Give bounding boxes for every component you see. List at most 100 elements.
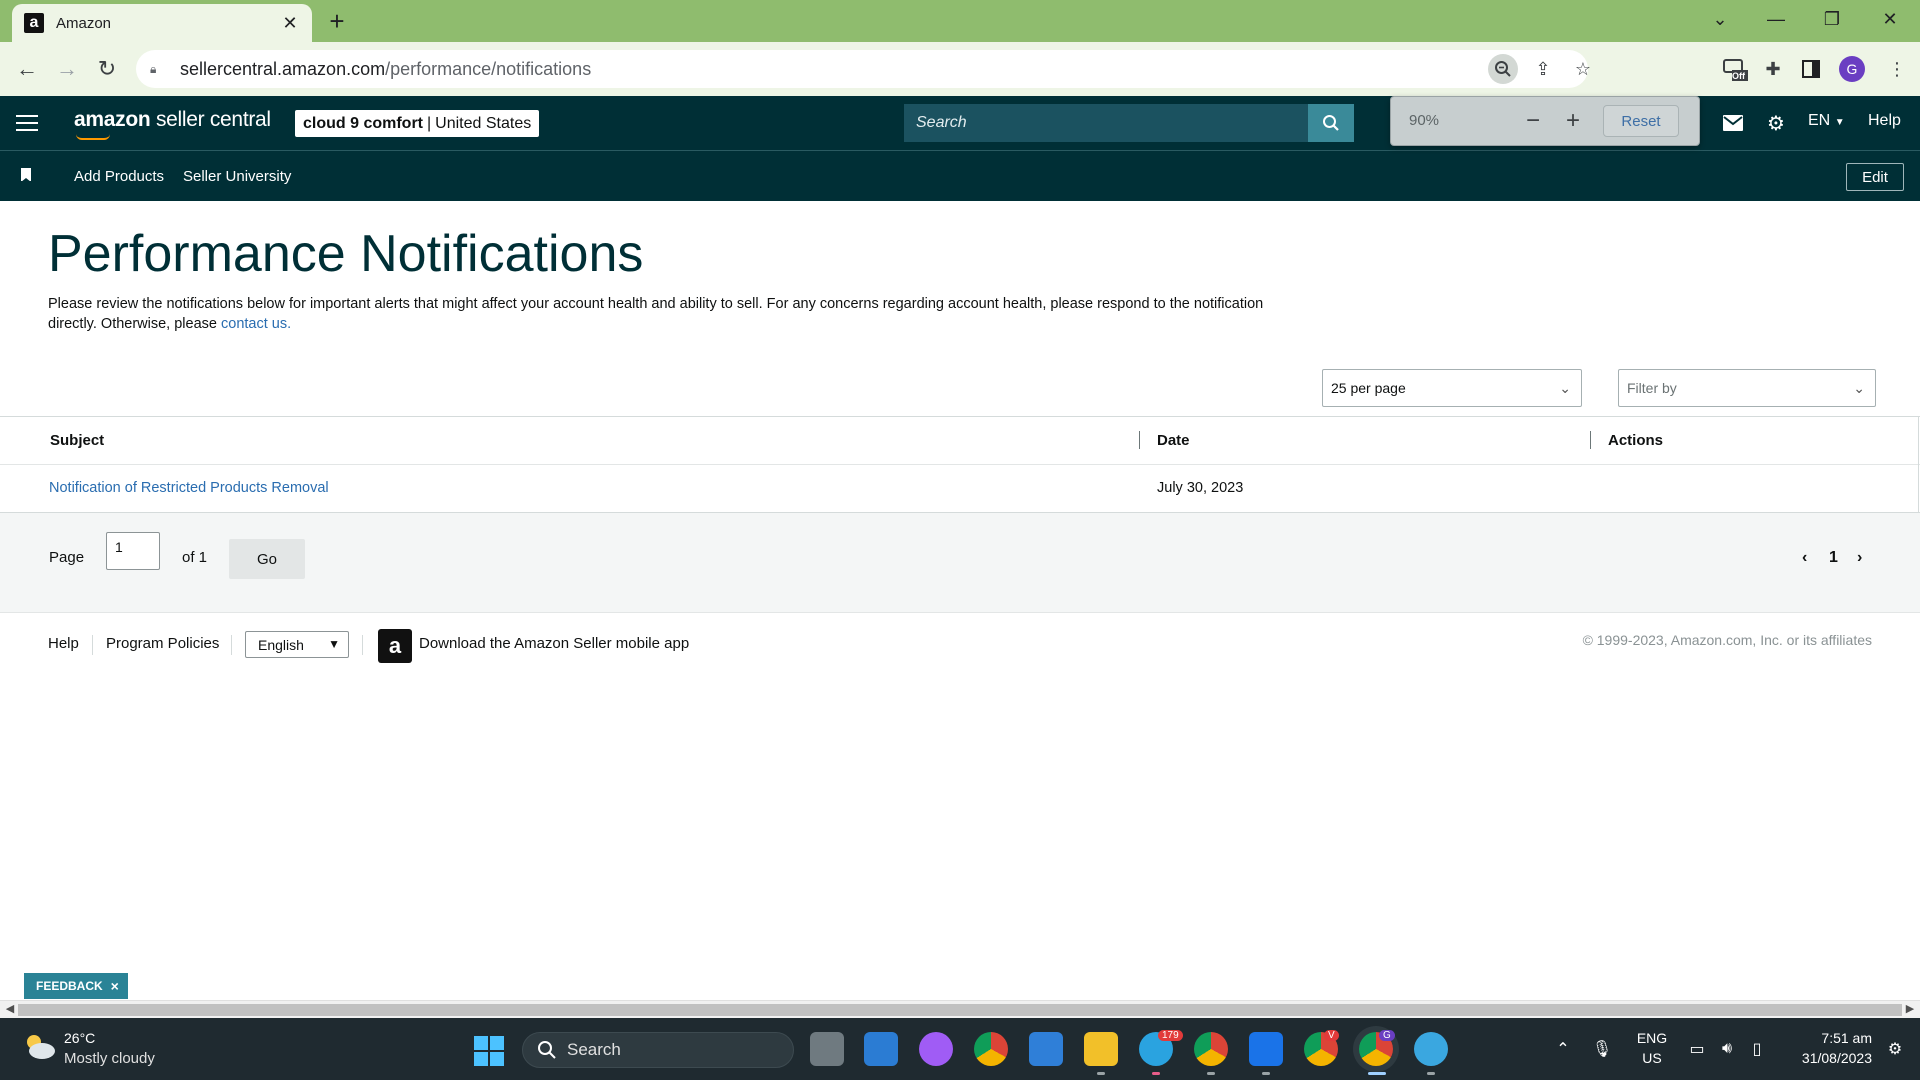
zoom-level: 90% [1409, 112, 1440, 129]
scroll-left-icon[interactable]: ◀ [2, 1002, 18, 1015]
close-window-icon[interactable]: ✕ [1870, 4, 1910, 34]
next-page-icon[interactable]: › [1857, 549, 1862, 567]
filter-select[interactable]: Filter by ⌄ [1618, 369, 1876, 407]
reload-icon[interactable]: ↻ [92, 54, 122, 84]
volume-icon[interactable]: 🔊︎ [1716, 1038, 1738, 1060]
browser-tab-amazon[interactable]: a Amazon ✕ [12, 4, 312, 42]
contact-us-link[interactable]: contact us. [221, 316, 291, 332]
language-selector[interactable]: EN ▼ [1808, 112, 1845, 130]
taskbar-search[interactable]: Search [522, 1032, 794, 1068]
battery-icon[interactable]: ▯ [1746, 1038, 1768, 1060]
chrome-profile-icon[interactable] [1194, 1032, 1228, 1066]
page-number-input[interactable]: 1 [106, 532, 160, 570]
prev-page-icon[interactable]: ‹ [1802, 549, 1807, 567]
search-icon [538, 1041, 556, 1059]
bookmark-star-icon[interactable]: ☆ [1568, 54, 1598, 84]
page-label: Page [49, 549, 85, 566]
download-app-link[interactable]: Download the Amazon Seller mobile app [419, 635, 689, 652]
search-input[interactable]: Search [904, 104, 1308, 142]
table-header: Subject Date Actions [0, 417, 1920, 465]
input-region[interactable]: US [1632, 1050, 1672, 1066]
page-description: Please review the notifications below fo… [48, 296, 1264, 332]
extension-off-badge: Off [1732, 71, 1745, 81]
chevron-down-icon: ⌄ [1559, 380, 1571, 396]
notifications-table: Subject Date Actions Notification of Res… [0, 416, 1920, 513]
bookmarks-bar: Add Products Seller University Edit [0, 150, 1920, 201]
weather-temperature[interactable]: 26°C [64, 1030, 95, 1046]
seller-central-logo[interactable]: amazon seller central [74, 108, 271, 140]
go-button[interactable]: Go [229, 539, 305, 579]
clock-time[interactable]: 7:51 am [1782, 1030, 1872, 1046]
new-tab-icon[interactable]: + [322, 6, 352, 36]
url-text: sellercentral.amazon.com/performance/not… [180, 58, 592, 79]
chrome-menu-icon[interactable]: ⋮ [1882, 54, 1912, 84]
notepad-icon[interactable] [1029, 1032, 1063, 1066]
globe-app-icon[interactable] [1414, 1032, 1448, 1066]
minimize-icon[interactable]: — [1756, 4, 1796, 34]
file-explorer-icon[interactable] [1084, 1032, 1118, 1066]
scroll-right-icon[interactable]: ▶ [1902, 1002, 1918, 1015]
column-subject[interactable]: Subject [50, 432, 104, 449]
clock-date[interactable]: 31/08/2023 [1782, 1050, 1872, 1066]
microphone-icon[interactable]: 🎙︎ [1591, 1038, 1613, 1060]
cloudy-weather-icon[interactable] [22, 1032, 56, 1060]
restore-icon[interactable]: ❐ [1812, 4, 1852, 34]
tab-search-icon[interactable]: ⌄ [1700, 4, 1740, 34]
chrome-app-icon[interactable] [974, 1032, 1008, 1066]
zoom-reset-button[interactable]: Reset [1603, 105, 1679, 137]
horizontal-scrollbar[interactable]: ◀ ▶ [0, 1000, 1920, 1018]
forward-icon[interactable]: → [52, 54, 82, 84]
notifications-icon[interactable]: ⚙ [1884, 1038, 1906, 1060]
side-panel-icon[interactable] [1796, 54, 1826, 84]
footer-program-policies-link[interactable]: Program Policies [106, 635, 219, 652]
chevron-down-icon: ▼ [328, 637, 340, 651]
lock-icon: 🔒︎ [150, 61, 157, 76]
profile-avatar[interactable]: G [1839, 56, 1865, 82]
zoom-out-icon[interactable]: − [1519, 107, 1547, 135]
tab-title: Amazon [56, 14, 112, 32]
footer-help-link[interactable]: Help [48, 635, 79, 652]
edit-button[interactable]: Edit [1846, 163, 1904, 191]
share-icon[interactable]: ⇪ [1528, 54, 1558, 84]
hamburger-menu-icon[interactable] [16, 112, 38, 134]
help-link[interactable]: Help [1868, 112, 1901, 130]
back-icon[interactable]: ← [12, 54, 42, 84]
network-icon[interactable]: ▭ [1686, 1038, 1708, 1060]
mail-app-icon[interactable] [864, 1032, 898, 1066]
zoom-icon[interactable] [1488, 54, 1518, 84]
vivaldi-profile-badge: V [1324, 1030, 1339, 1041]
task-view-icon[interactable] [810, 1032, 844, 1066]
footer-language-select[interactable]: English ▼ [245, 631, 349, 658]
settings-gear-icon[interactable]: ⚙ [1763, 110, 1789, 136]
feedback-button[interactable]: FEEDBACK × [24, 973, 128, 999]
input-language[interactable]: ENG [1632, 1030, 1672, 1046]
extension-off-icon[interactable]: Off [1720, 54, 1750, 84]
search-button[interactable] [1308, 104, 1354, 142]
scrollbar-thumb[interactable] [18, 1004, 1902, 1016]
store-switcher[interactable]: cloud 9 comfort | United States [295, 110, 540, 137]
current-page-number[interactable]: 1 [1829, 549, 1838, 567]
tab-close-icon[interactable]: ✕ [280, 13, 300, 34]
windows-taskbar: 26°C Mostly cloudy Search 179 V G ⌃ 🎙︎ E… [0, 1018, 1920, 1080]
bookmark-icon[interactable] [21, 168, 31, 182]
messages-mail-icon[interactable] [1720, 110, 1746, 136]
show-hidden-icons-icon[interactable]: ⌃ [1552, 1038, 1574, 1060]
zoom-in-icon[interactable]: + [1559, 107, 1587, 135]
close-icon[interactable]: × [111, 978, 119, 994]
subnav-seller-university[interactable]: Seller University [183, 168, 291, 185]
weather-description[interactable]: Mostly cloudy [64, 1050, 155, 1067]
extensions-puzzle-icon[interactable]: ✚ [1758, 54, 1788, 84]
r-app-icon[interactable] [1249, 1032, 1283, 1066]
subnav-add-products[interactable]: Add Products [74, 168, 164, 185]
browser-tabstrip: a Amazon ✕ + ⌄ — ❐ ✕ [0, 0, 1920, 42]
pagination: Page 1 of 1 Go ‹ 1 › [0, 513, 1920, 613]
per-page-select[interactable]: 25 per page ⌄ [1322, 369, 1582, 407]
chrome-profile-badge: G [1379, 1030, 1395, 1041]
column-date[interactable]: Date [1157, 432, 1190, 449]
column-actions: Actions [1608, 432, 1664, 449]
amazon-app-icon[interactable]: a [378, 629, 412, 663]
address-bar[interactable]: 🔒︎ sellercentral.amazon.com/performance/… [136, 50, 1591, 88]
windows-start-icon[interactable] [474, 1036, 504, 1066]
messenger-icon[interactable] [919, 1032, 953, 1066]
notification-subject-link[interactable]: Notification of Restricted Products Remo… [49, 480, 329, 496]
